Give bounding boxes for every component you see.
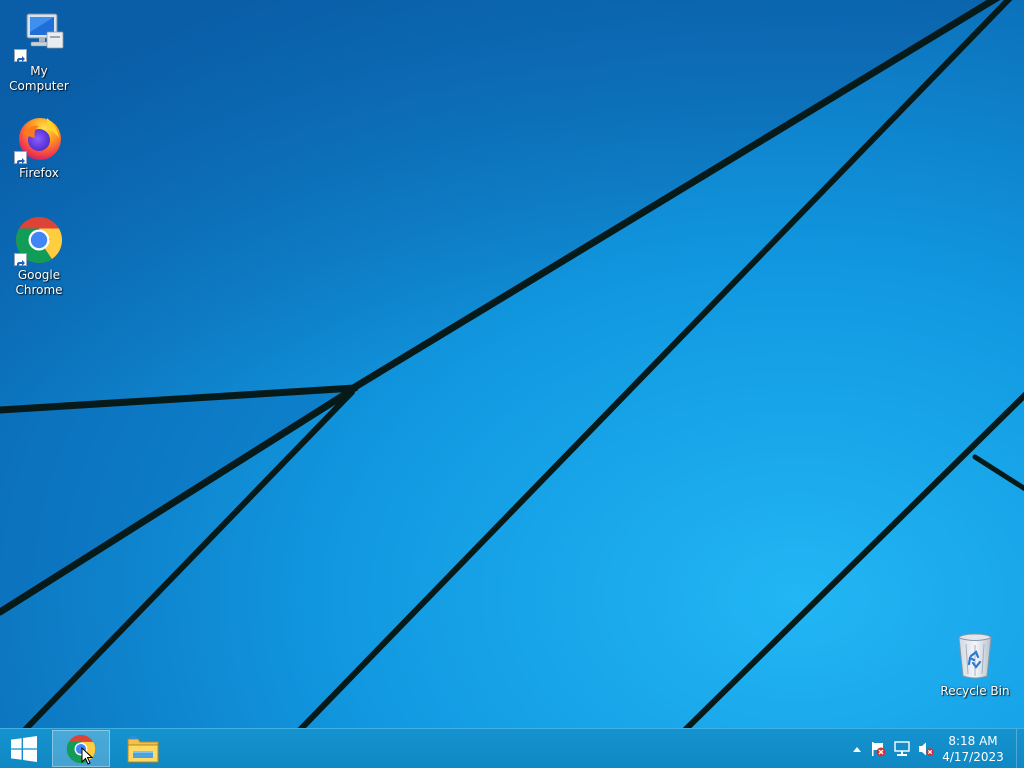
show-desktop-button[interactable] — [1016, 729, 1024, 769]
file-explorer-icon — [127, 735, 159, 762]
clock[interactable]: 8:18 AM 4/17/2023 — [938, 733, 1008, 765]
desktop-icon-label: My Computer — [9, 64, 69, 93]
desktop-icon-recycle-bin[interactable]: Recycle Bin — [936, 630, 1014, 699]
desktop-icon-label: Firefox — [19, 166, 59, 180]
desktop-icon-google-chrome[interactable]: Google Chrome — [0, 214, 78, 298]
network-icon — [894, 741, 910, 756]
desktop: My Computer Firefox Google Chrome Recycl… — [0, 0, 1024, 728]
taskbar-chrome-button[interactable] — [52, 730, 110, 767]
network-button[interactable] — [890, 729, 914, 769]
wallpaper — [0, 0, 1024, 728]
action-center-button[interactable] — [866, 729, 890, 769]
clock-time: 8:18 AM — [948, 734, 998, 748]
windows-logo-icon — [11, 736, 37, 762]
firefox-icon — [13, 112, 65, 165]
system-tray — [848, 729, 938, 769]
show-hidden-icons-button[interactable] — [848, 729, 866, 769]
mouse-cursor-icon — [81, 747, 93, 765]
volume-muted-icon — [919, 742, 934, 756]
shortcut-arrow-icon — [14, 253, 27, 267]
chrome-icon — [13, 214, 65, 267]
taskbar-file-explorer-button[interactable] — [114, 730, 172, 767]
desktop-icon-label: Google Chrome — [15, 268, 63, 297]
clock-date: 4/17/2023 — [942, 750, 1004, 764]
taskbar: 8:18 AM 4/17/2023 — [0, 728, 1024, 769]
volume-button[interactable] — [914, 729, 938, 769]
action-center-flag-icon — [872, 742, 886, 757]
desktop-icon-label: Recycle Bin — [940, 684, 1010, 698]
start-button[interactable] — [0, 729, 48, 769]
show-hidden-icons-chevron — [853, 747, 861, 752]
my-computer-icon — [13, 10, 65, 63]
shortcut-arrow-icon — [14, 151, 27, 165]
shortcut-arrow-icon — [14, 49, 27, 63]
recycle-bin-icon — [949, 630, 1001, 682]
desktop-icon-my-computer[interactable]: My Computer — [0, 10, 78, 94]
desktop-icon-firefox[interactable]: Firefox — [0, 112, 78, 181]
